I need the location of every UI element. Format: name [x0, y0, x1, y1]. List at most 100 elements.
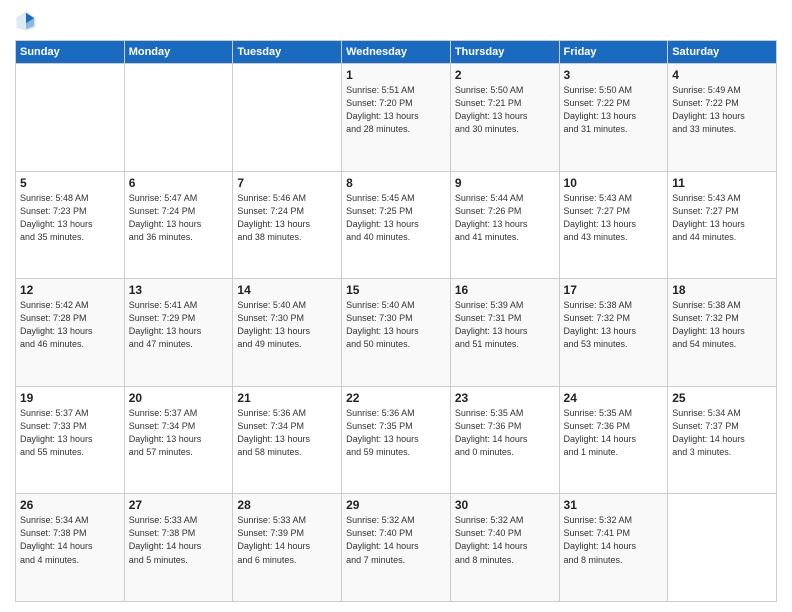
- day-number: 19: [20, 391, 120, 405]
- day-number: 18: [672, 283, 772, 297]
- calendar-cell: 31 Sunrise: 5:32 AMSunset: 7:41 PMDayligh…: [559, 494, 668, 602]
- day-info: Sunrise: 5:46 AMSunset: 7:24 PMDaylight:…: [237, 192, 337, 244]
- day-info: Sunrise: 5:51 AMSunset: 7:20 PMDaylight:…: [346, 84, 446, 136]
- day-info: Sunrise: 5:36 AMSunset: 7:35 PMDaylight:…: [346, 407, 446, 459]
- day-info: Sunrise: 5:41 AMSunset: 7:29 PMDaylight:…: [129, 299, 229, 351]
- column-header-tuesday: Tuesday: [233, 41, 342, 64]
- day-info: Sunrise: 5:49 AMSunset: 7:22 PMDaylight:…: [672, 84, 772, 136]
- calendar-cell: 4 Sunrise: 5:49 AMSunset: 7:22 PMDaylight…: [668, 64, 777, 172]
- calendar-cell: 2 Sunrise: 5:50 AMSunset: 7:21 PMDaylight…: [450, 64, 559, 172]
- day-info: Sunrise: 5:38 AMSunset: 7:32 PMDaylight:…: [672, 299, 772, 351]
- day-info: Sunrise: 5:32 AMSunset: 7:40 PMDaylight:…: [455, 514, 555, 566]
- day-info: Sunrise: 5:34 AMSunset: 7:37 PMDaylight:…: [672, 407, 772, 459]
- calendar-week-row: 5 Sunrise: 5:48 AMSunset: 7:23 PMDaylight…: [16, 171, 777, 279]
- day-number: 25: [672, 391, 772, 405]
- day-info: Sunrise: 5:42 AMSunset: 7:28 PMDaylight:…: [20, 299, 120, 351]
- day-info: Sunrise: 5:35 AMSunset: 7:36 PMDaylight:…: [564, 407, 664, 459]
- calendar-cell: 21 Sunrise: 5:36 AMSunset: 7:34 PMDayligh…: [233, 386, 342, 494]
- day-info: Sunrise: 5:44 AMSunset: 7:26 PMDaylight:…: [455, 192, 555, 244]
- day-info: Sunrise: 5:47 AMSunset: 7:24 PMDaylight:…: [129, 192, 229, 244]
- calendar-cell: 26Sunrise: 5:34 AMSunset: 7:38 PMDayligh…: [16, 494, 125, 602]
- day-info: Sunrise: 5:33 AMSunset: 7:38 PMDaylight:…: [129, 514, 229, 566]
- day-number: 22: [346, 391, 446, 405]
- page: SundayMondayTuesdayWednesdayThursdayFrid…: [0, 0, 792, 612]
- day-info: Sunrise: 5:45 AMSunset: 7:25 PMDaylight:…: [346, 192, 446, 244]
- calendar-cell: 29 Sunrise: 5:32 AMSunset: 7:40 PMDayligh…: [342, 494, 451, 602]
- calendar-cell: 20Sunrise: 5:37 AMSunset: 7:34 PMDayligh…: [124, 386, 233, 494]
- day-number: 27: [129, 498, 229, 512]
- calendar-cell: 19Sunrise: 5:37 AMSunset: 7:33 PMDayligh…: [16, 386, 125, 494]
- calendar-cell: 3 Sunrise: 5:50 AMSunset: 7:22 PMDaylight…: [559, 64, 668, 172]
- column-header-thursday: Thursday: [450, 41, 559, 64]
- day-number: 5: [20, 176, 120, 190]
- day-number: 11: [672, 176, 772, 190]
- day-number: 26: [20, 498, 120, 512]
- day-info: Sunrise: 5:43 AMSunset: 7:27 PMDaylight:…: [564, 192, 664, 244]
- calendar-cell: 11 Sunrise: 5:43 AMSunset: 7:27 PMDayligh…: [668, 171, 777, 279]
- day-info: Sunrise: 5:36 AMSunset: 7:34 PMDaylight:…: [237, 407, 337, 459]
- day-number: 31: [564, 498, 664, 512]
- logo: [15, 10, 41, 32]
- calendar-cell: 24 Sunrise: 5:35 AMSunset: 7:36 PMDayligh…: [559, 386, 668, 494]
- day-number: 15: [346, 283, 446, 297]
- calendar-cell: 16 Sunrise: 5:39 AMSunset: 7:31 PMDayligh…: [450, 279, 559, 387]
- column-header-friday: Friday: [559, 41, 668, 64]
- calendar-week-row: 26Sunrise: 5:34 AMSunset: 7:38 PMDayligh…: [16, 494, 777, 602]
- day-number: 12: [20, 283, 120, 297]
- calendar-cell: 28Sunrise: 5:33 AMSunset: 7:39 PMDayligh…: [233, 494, 342, 602]
- calendar-week-row: 19Sunrise: 5:37 AMSunset: 7:33 PMDayligh…: [16, 386, 777, 494]
- calendar-cell: 14Sunrise: 5:40 AMSunset: 7:30 PMDayligh…: [233, 279, 342, 387]
- day-info: Sunrise: 5:35 AMSunset: 7:36 PMDaylight:…: [455, 407, 555, 459]
- day-number: 29: [346, 498, 446, 512]
- day-number: 23: [455, 391, 555, 405]
- column-header-monday: Monday: [124, 41, 233, 64]
- calendar-week-row: 12 Sunrise: 5:42 AMSunset: 7:28 PMDayligh…: [16, 279, 777, 387]
- day-info: Sunrise: 5:38 AMSunset: 7:32 PMDaylight:…: [564, 299, 664, 351]
- day-number: 9: [455, 176, 555, 190]
- day-info: Sunrise: 5:48 AMSunset: 7:23 PMDaylight:…: [20, 192, 120, 244]
- calendar-cell: 23 Sunrise: 5:35 AMSunset: 7:36 PMDayligh…: [450, 386, 559, 494]
- column-header-saturday: Saturday: [668, 41, 777, 64]
- day-info: Sunrise: 5:43 AMSunset: 7:27 PMDaylight:…: [672, 192, 772, 244]
- day-number: 28: [237, 498, 337, 512]
- calendar-cell: 12 Sunrise: 5:42 AMSunset: 7:28 PMDayligh…: [16, 279, 125, 387]
- day-number: 2: [455, 68, 555, 82]
- calendar-cell: [668, 494, 777, 602]
- day-number: 10: [564, 176, 664, 190]
- day-number: 13: [129, 283, 229, 297]
- column-header-wednesday: Wednesday: [342, 41, 451, 64]
- day-info: Sunrise: 5:40 AMSunset: 7:30 PMDaylight:…: [237, 299, 337, 351]
- day-number: 20: [129, 391, 229, 405]
- day-number: 21: [237, 391, 337, 405]
- header: [15, 10, 777, 32]
- calendar-cell: [16, 64, 125, 172]
- calendar-week-row: 1 Sunrise: 5:51 AMSunset: 7:20 PMDaylight…: [16, 64, 777, 172]
- column-header-sunday: Sunday: [16, 41, 125, 64]
- calendar-cell: 10 Sunrise: 5:43 AMSunset: 7:27 PMDayligh…: [559, 171, 668, 279]
- day-number: 3: [564, 68, 664, 82]
- calendar-cell: 5 Sunrise: 5:48 AMSunset: 7:23 PMDaylight…: [16, 171, 125, 279]
- calendar-cell: 13 Sunrise: 5:41 AMSunset: 7:29 PMDayligh…: [124, 279, 233, 387]
- calendar-cell: 22 Sunrise: 5:36 AMSunset: 7:35 PMDayligh…: [342, 386, 451, 494]
- day-number: 17: [564, 283, 664, 297]
- calendar-cell: 1 Sunrise: 5:51 AMSunset: 7:20 PMDaylight…: [342, 64, 451, 172]
- day-info: Sunrise: 5:32 AMSunset: 7:41 PMDaylight:…: [564, 514, 664, 566]
- day-info: Sunrise: 5:50 AMSunset: 7:22 PMDaylight:…: [564, 84, 664, 136]
- day-info: Sunrise: 5:39 AMSunset: 7:31 PMDaylight:…: [455, 299, 555, 351]
- calendar-cell: [124, 64, 233, 172]
- day-number: 30: [455, 498, 555, 512]
- logo-icon: [15, 10, 37, 32]
- day-number: 24: [564, 391, 664, 405]
- calendar-table: SundayMondayTuesdayWednesdayThursdayFrid…: [15, 40, 777, 602]
- day-number: 16: [455, 283, 555, 297]
- calendar-cell: 15 Sunrise: 5:40 AMSunset: 7:30 PMDayligh…: [342, 279, 451, 387]
- day-number: 4: [672, 68, 772, 82]
- calendar-cell: [233, 64, 342, 172]
- day-number: 7: [237, 176, 337, 190]
- calendar-cell: 7 Sunrise: 5:46 AMSunset: 7:24 PMDaylight…: [233, 171, 342, 279]
- day-info: Sunrise: 5:40 AMSunset: 7:30 PMDaylight:…: [346, 299, 446, 351]
- day-info: Sunrise: 5:32 AMSunset: 7:40 PMDaylight:…: [346, 514, 446, 566]
- day-info: Sunrise: 5:50 AMSunset: 7:21 PMDaylight:…: [455, 84, 555, 136]
- calendar-cell: 17 Sunrise: 5:38 AMSunset: 7:32 PMDayligh…: [559, 279, 668, 387]
- day-number: 1: [346, 68, 446, 82]
